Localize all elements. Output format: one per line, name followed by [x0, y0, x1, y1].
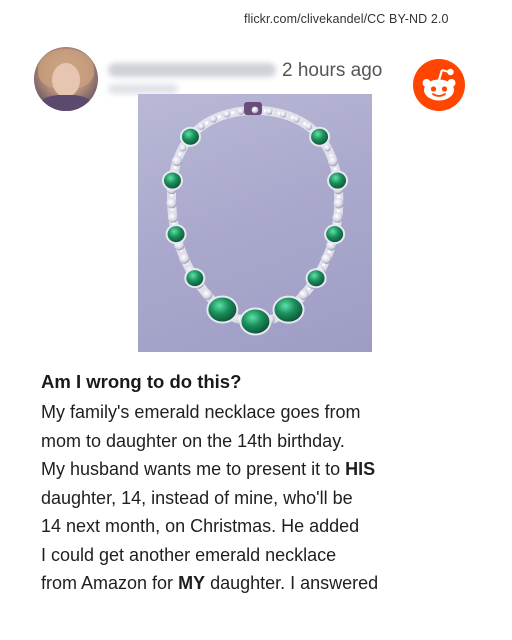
post-body: My family's emerald necklace goes from m… — [41, 398, 501, 598]
user-avatar[interactable] — [34, 47, 98, 111]
subtitle-blurred — [108, 84, 178, 94]
post-body-line: 14 next month, on Christmas. He added — [41, 516, 360, 536]
post-title: Am I wrong to do this? — [41, 371, 242, 392]
post-body-line: from Amazon for MY daughter. I answered — [41, 573, 379, 593]
post-timestamp: 2 hours ago — [282, 60, 383, 81]
reddit-logo-icon — [413, 59, 465, 111]
post-body-line: My husband wants me to present it to HIS — [41, 459, 376, 479]
post-body-line: I could get another emerald necklace — [41, 544, 337, 565]
emerald-necklace-photo — [138, 94, 372, 352]
photo-credit: flickr.com/clivekandel/CC BY-ND 2.0 — [244, 12, 449, 26]
post-body-line: mom to daughter on the 14th birthday. — [41, 430, 345, 451]
post-body-line: My family's emerald necklace goes from — [41, 402, 361, 422]
username-blurred — [108, 63, 276, 77]
post-body-line: daughter, 14, instead of mine, who'll be — [41, 487, 353, 508]
